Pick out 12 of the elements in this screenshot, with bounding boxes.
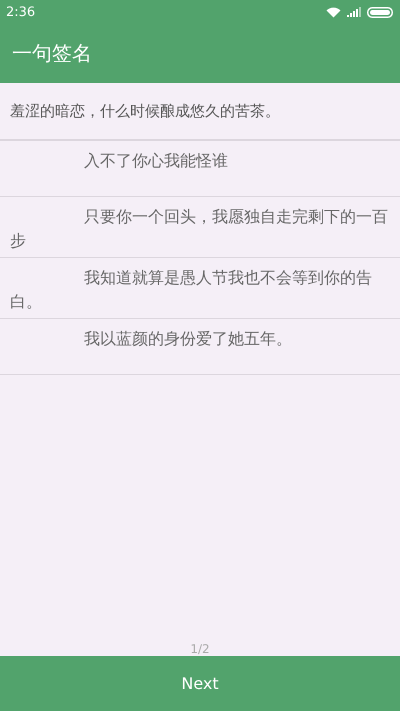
battery-icon — [367, 6, 394, 18]
wifi-icon — [326, 6, 341, 18]
signature-item[interactable]: 只要你一个回头，我愿独自走完剩下的一百步 — [0, 197, 400, 258]
next-button[interactable]: Next — [0, 656, 400, 711]
page-indicator: 1/2 — [190, 642, 210, 656]
signal-icon — [347, 7, 361, 17]
signature-item[interactable]: 我以蓝颜的身份爱了她五年。 — [0, 319, 400, 375]
app-title: 一句签名 — [12, 40, 92, 67]
header-text: 羞涩的暗恋，什么时候酿成悠久的苦茶。 — [10, 102, 280, 120]
signature-item[interactable]: 入不了你心我能怪谁 — [0, 141, 400, 197]
signature-item[interactable]: 我知道就算是愚人节我也不会等到你的告白。 — [0, 258, 400, 319]
status-time: 2:36 — [6, 4, 36, 20]
